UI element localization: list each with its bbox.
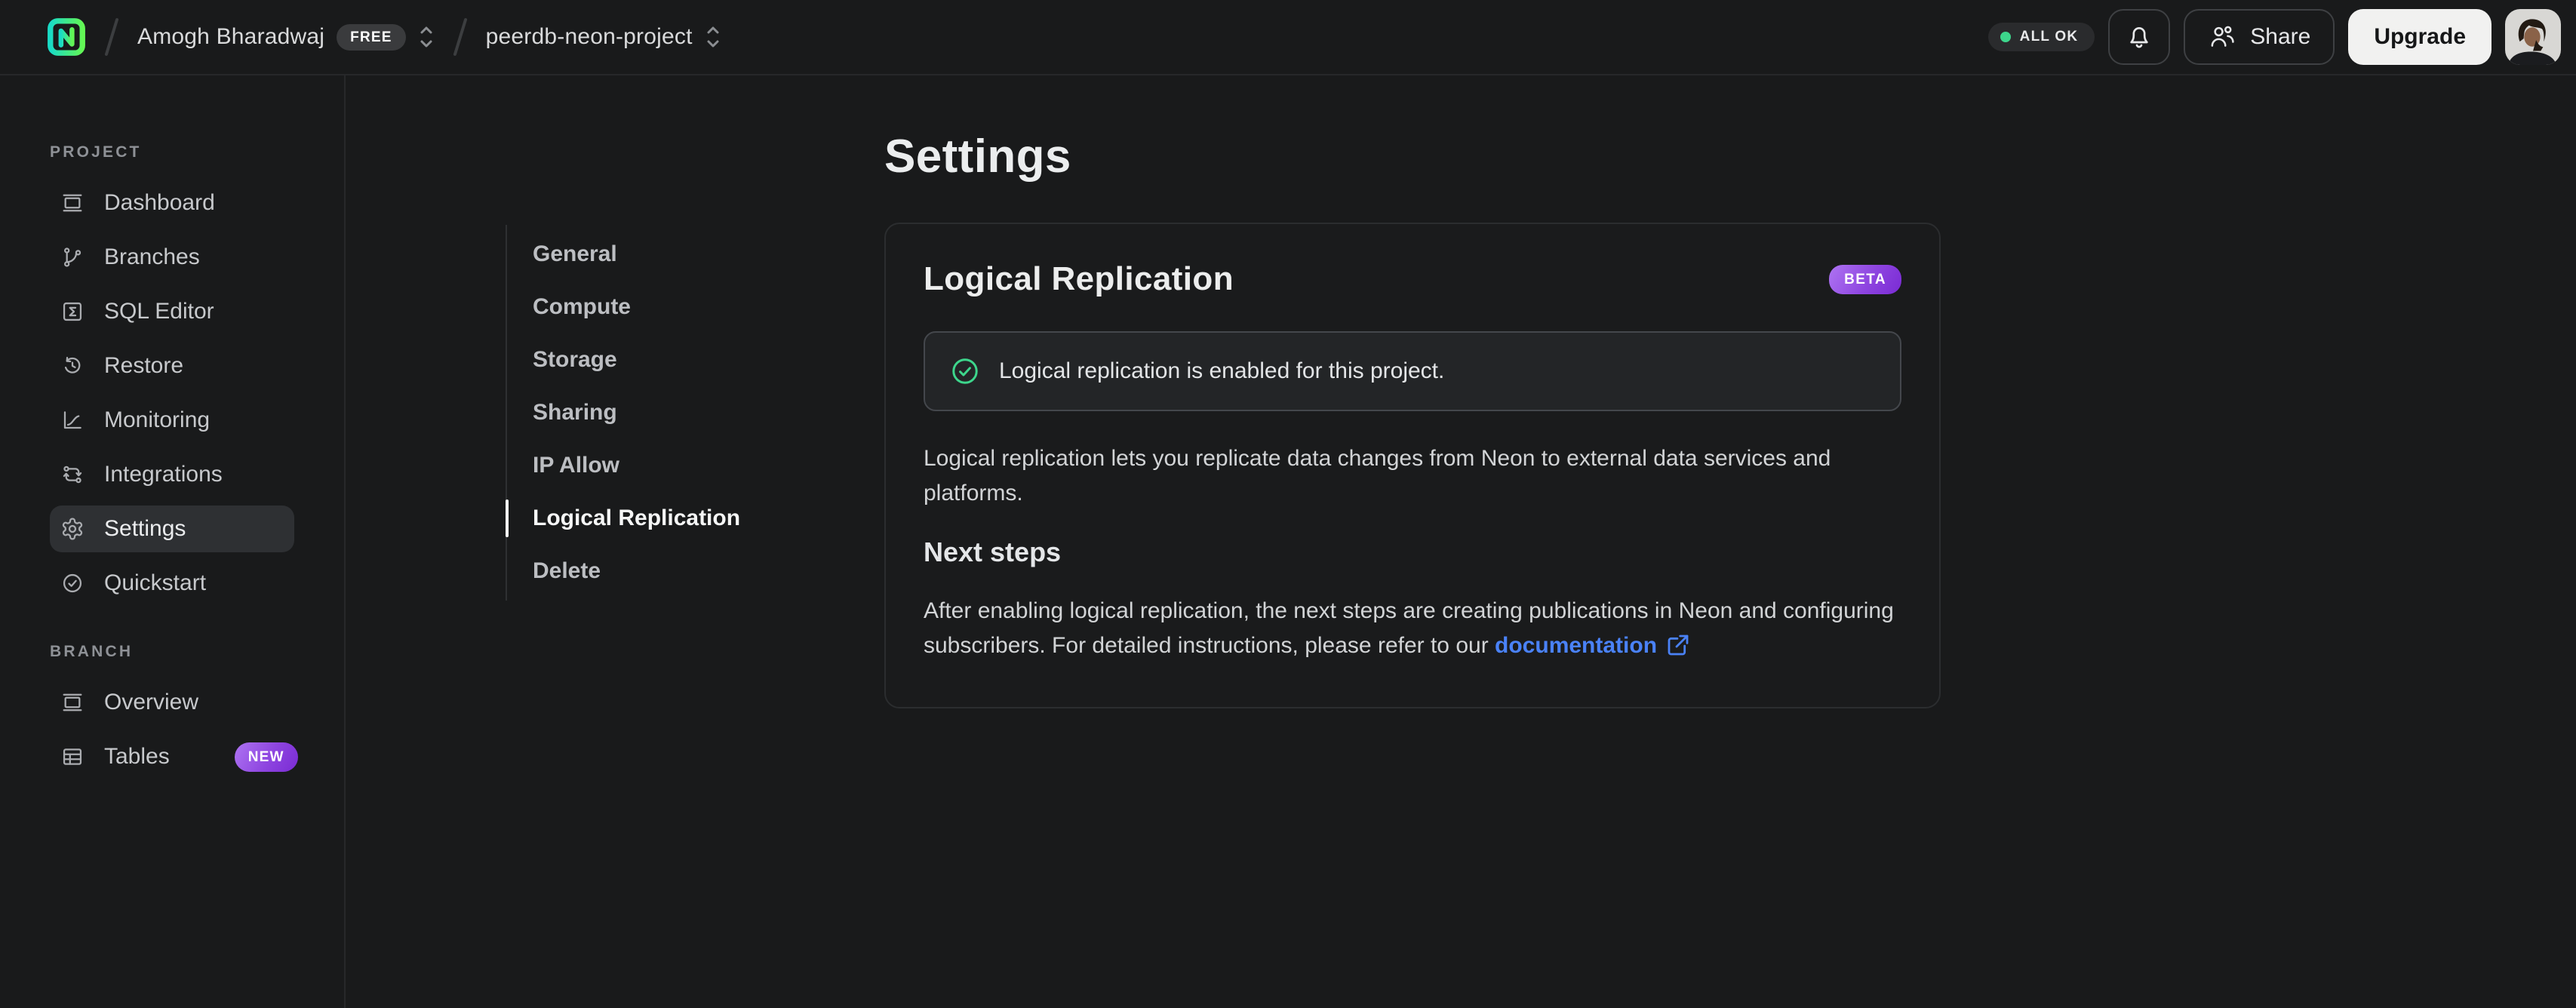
sidebar-section-label: PROJECT [50,143,142,161]
breadcrumb: Amogh Bharadwaj FREE peerdb-neon-project [47,17,721,57]
settings-main: Settings Logical Replication BETA Logica… [884,75,1941,708]
sidebar-item-label: Tables [104,744,170,769]
sql-editor-icon [60,300,85,324]
sidebar-section-project: PROJECT Dashboard Branches SQL Editor Re… [0,143,344,607]
neon-logo-glyph [48,18,85,56]
description-text: Logical replication lets you replicate d… [924,446,1831,506]
subnav-item-ip-allow[interactable]: IP Allow [507,439,884,492]
documentation-link[interactable]: documentation [1495,633,1657,658]
sidebar-item-label: Quickstart [104,570,207,595]
notifications-button[interactable] [2108,9,2171,65]
card-title: Logical Replication [924,260,1234,297]
settings-page: General Compute Storage Sharing IP Allow… [346,75,2576,1008]
monitoring-chart-icon [60,408,85,432]
subnav-item-compute[interactable]: Compute [507,281,884,333]
external-link-icon [1666,633,1690,668]
breadcrumb-divider [104,17,119,57]
project-name: peerdb-neon-project [485,24,693,49]
status-label: ALL OK [2019,29,2079,45]
sidebar-item-quickstart[interactable]: Quickstart [50,560,294,607]
sidebar-item-label: Settings [104,516,186,541]
neon-logo-icon[interactable] [47,17,86,57]
table-icon [60,745,85,769]
new-badge: NEW [234,742,298,772]
sidebar-item-label: Monitoring [104,407,211,432]
success-alert: Logical replication is enabled for this … [924,331,1901,411]
sidebar-item-dashboard[interactable]: Dashboard [50,180,294,226]
org-selector[interactable]: Amogh Bharadwaj FREE [137,23,435,51]
org-name: Amogh Bharadwaj [137,24,325,49]
sidebar-item-label: Dashboard [104,190,215,215]
avatar-photo [2505,9,2561,65]
subnav-item-sharing[interactable]: Sharing [507,386,884,439]
bell-icon [2124,22,2154,52]
git-branch-icon [60,245,85,269]
integrations-icon [60,463,85,487]
breadcrumb-divider [453,17,468,57]
sidebar-item-label: Integrations [104,462,223,487]
topbar-actions: ALL OK Share Upgrade [1987,9,2561,65]
gear-icon [60,517,85,541]
main-shell: PROJECT Dashboard Branches SQL Editor Re… [0,75,2576,1008]
subnav-item-logical-replication[interactable]: Logical Replication [506,492,884,545]
restore-clock-icon [60,354,85,378]
settings-subnav: General Compute Storage Sharing IP Allow… [506,225,884,601]
beta-badge: BETA [1829,264,1901,294]
sidebar-section-label: BRANCH [50,643,134,660]
dashboard-icon [60,191,85,215]
card-header: Logical Replication BETA [924,260,1901,298]
upgrade-button[interactable]: Upgrade [2348,9,2491,65]
sidebar-item-restore[interactable]: Restore [50,343,294,389]
topbar: Amogh Bharadwaj FREE peerdb-neon-project [0,0,2576,75]
sidebar-item-label: SQL Editor [104,299,214,324]
status-badge[interactable]: ALL OK [1987,23,2095,51]
avatar[interactable] [2505,9,2561,65]
sidebar-item-integrations[interactable]: Integrations [50,451,294,498]
share-label: Share [2250,24,2311,49]
logical-replication-card: Logical Replication BETA Logical replica… [884,223,1941,708]
sidebar-item-overview[interactable]: Overview [50,679,294,726]
subnav-item-storage[interactable]: Storage [507,333,884,386]
subnav-item-general[interactable]: General [507,228,884,281]
project-selector[interactable]: peerdb-neon-project [486,23,721,51]
check-circle-icon [60,571,85,595]
neon-console: Amogh Bharadwaj FREE peerdb-neon-project [0,0,2576,1008]
sidebar: PROJECT Dashboard Branches SQL Editor Re… [0,75,346,1008]
sidebar-item-monitoring[interactable]: Monitoring [50,397,294,444]
sidebar-item-tables[interactable]: Tables NEW [50,733,298,780]
sidebar-item-settings[interactable]: Settings [50,506,294,552]
sidebar-item-label: Branches [104,244,200,269]
check-circle-icon [949,355,981,387]
next-steps-text: After enabling logical replication, the … [924,594,1901,668]
sidebar-item-branches[interactable]: Branches [50,234,294,281]
sidebar-item-label: Overview [104,690,199,715]
sidebar-item-sql-editor[interactable]: SQL Editor [50,288,294,335]
subnav-item-delete[interactable]: Delete [507,545,884,598]
next-steps-title: Next steps [924,536,1062,567]
chevron-updown-icon [418,23,435,51]
chevron-updown-icon [705,23,721,51]
page-title: Settings [884,131,1071,183]
overview-icon [60,690,85,715]
sidebar-section-branch: BRANCH Overview Tables NEW [0,643,344,780]
status-dot [2000,32,2011,42]
share-button[interactable]: Share [2184,9,2335,65]
users-icon [2208,23,2236,51]
alert-message: Logical replication is enabled for this … [999,358,1445,383]
next-steps-body: After enabling logical replication, the … [924,598,1894,658]
sidebar-item-label: Restore [104,353,184,378]
plan-badge: FREE [337,23,406,51]
